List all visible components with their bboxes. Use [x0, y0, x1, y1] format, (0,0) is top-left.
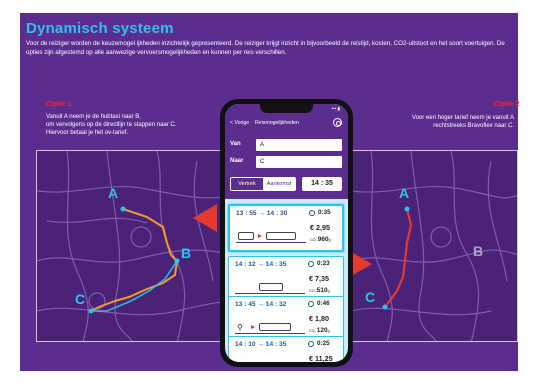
trip-cost: € 1,80 [309, 314, 329, 323]
vehicle-icons [236, 230, 306, 243]
route-direct-line [91, 260, 178, 312]
trip-duration: 0:46 [317, 300, 330, 307]
co2-unit: g [327, 329, 330, 333]
point-a-label: A [108, 185, 119, 201]
taxi-icon [238, 232, 254, 240]
vehicle-icons [235, 281, 305, 294]
option1-label: Optie 1 [46, 99, 72, 108]
depart-arrive-toggle: Vertrek Aankomst [230, 177, 296, 191]
bike-icon: ⚲ [237, 323, 243, 332]
option2-line: rechtstreeks Bravoflex naar C. [433, 123, 514, 129]
trip-duration: 0:25 [317, 340, 330, 347]
co2-icon: CO₂ [309, 289, 317, 293]
toggle-arrive[interactable]: Aankomst [263, 178, 295, 190]
option1-line: Vanuit A neem je de hubtaxi naar B, [46, 114, 141, 120]
route-bravoflex-line [384, 208, 413, 308]
option1-line: Hiervoor betaal je het ov-tarief. [46, 130, 129, 136]
option2-line: Voor een hoger tarief neem je vanuit A [411, 115, 514, 121]
back-button[interactable]: < Vorige [230, 120, 249, 126]
point-c-label: C [75, 291, 86, 307]
status-bar: ••• ▮ [331, 106, 340, 111]
co2-unit: g [327, 289, 330, 293]
point-a-dot [404, 206, 410, 212]
option1-text: Vanuit A neem je de hubtaxi naar B, om v… [46, 113, 176, 137]
trip-duration: 0:23 [317, 260, 330, 267]
trip-card[interactable]: 13 : 55 → 14 : 30 0:35 € 2,95 CO₂ 960g [228, 204, 344, 252]
vehicle-icons [235, 361, 305, 362]
point-b-label: B [473, 243, 484, 259]
vehicle-icons: ⚲ [235, 321, 305, 334]
transfer-icon [258, 234, 262, 238]
option2-text: Voor een hoger tarief neem je vanuit A r… [390, 114, 514, 130]
phone-screen: ••• ▮ < Vorige Reismogelijkheden Van A N… [225, 104, 348, 362]
trip-card[interactable]: 14 : 10 → 14 : 35 0:25 € 11,25 [228, 336, 344, 362]
point-c-dot [382, 304, 388, 310]
point-a-label: A [399, 185, 410, 201]
map-option1: A B C [36, 150, 236, 342]
route-option2 [382, 206, 413, 310]
trip-time: 14 : 12 → 14 : 35 [235, 261, 287, 268]
trip-time: 13 : 45 → 14 : 32 [235, 301, 287, 308]
page-title: Dynamisch systeem [26, 20, 174, 37]
clock-icon [308, 261, 314, 267]
from-label: Van [230, 141, 241, 147]
pointer-arrow-left [193, 204, 217, 232]
co2-unit: g [328, 238, 331, 242]
gear-icon[interactable] [333, 118, 342, 127]
route-option1 [88, 206, 180, 314]
toggle-depart[interactable]: Vertrek [231, 178, 263, 190]
point-c-dot [88, 308, 94, 314]
app-header: ••• ▮ < Vorige Reismogelijkheden Van A N… [225, 104, 348, 199]
clock-icon [308, 341, 314, 347]
transfer-icon [251, 325, 255, 329]
van-icon [259, 283, 283, 291]
route-taxi-line [90, 208, 179, 312]
trip-duration: 0:35 [318, 209, 331, 216]
screen-title: Reismogelijkheden [255, 120, 299, 126]
phone-notch [260, 104, 313, 113]
to-label: Naar [230, 158, 244, 164]
point-b-dot [174, 258, 180, 264]
trip-co2: CO₂ 510g [309, 287, 330, 294]
co2-icon: CO₂ [310, 238, 318, 242]
co2-icon: CO₂ [309, 329, 317, 333]
co2-value: 960 [317, 236, 329, 243]
option2-label: Optie 2 [494, 99, 520, 108]
co2-value: 120 [316, 327, 328, 334]
trip-co2: CO₂ 120g [309, 327, 330, 334]
trip-co2: CO₂ 960g [310, 236, 331, 243]
to-field[interactable]: C [256, 156, 342, 168]
clock-icon [309, 210, 315, 216]
bus-icon [259, 323, 291, 331]
point-b-label: B [181, 245, 192, 261]
point-a-dot [120, 206, 126, 212]
point-c-label: C [365, 289, 376, 305]
option1-line: om vervolgens op de directlijn te stappe… [46, 122, 177, 128]
trip-cost: € 11,25 [309, 354, 333, 362]
map-option2: A B C [350, 150, 518, 342]
phone-mockup: ••• ▮ < Vorige Reismogelijkheden Van A N… [220, 99, 353, 367]
co2-value: 510 [316, 287, 328, 294]
clock-icon [308, 301, 314, 307]
time-field[interactable]: 14 : 35 [302, 177, 342, 191]
trip-time: 14 : 10 → 14 : 35 [235, 341, 287, 348]
intro-text: Voor de reiziger worden de keuzemogel ij… [26, 40, 505, 56]
trip-cost: € 2,95 [310, 223, 330, 232]
from-field[interactable]: A [256, 139, 342, 151]
bus-icon [266, 232, 296, 240]
trip-time: 13 : 55 → 14 : 30 [236, 210, 288, 217]
trip-cost: € 7,35 [309, 274, 329, 283]
